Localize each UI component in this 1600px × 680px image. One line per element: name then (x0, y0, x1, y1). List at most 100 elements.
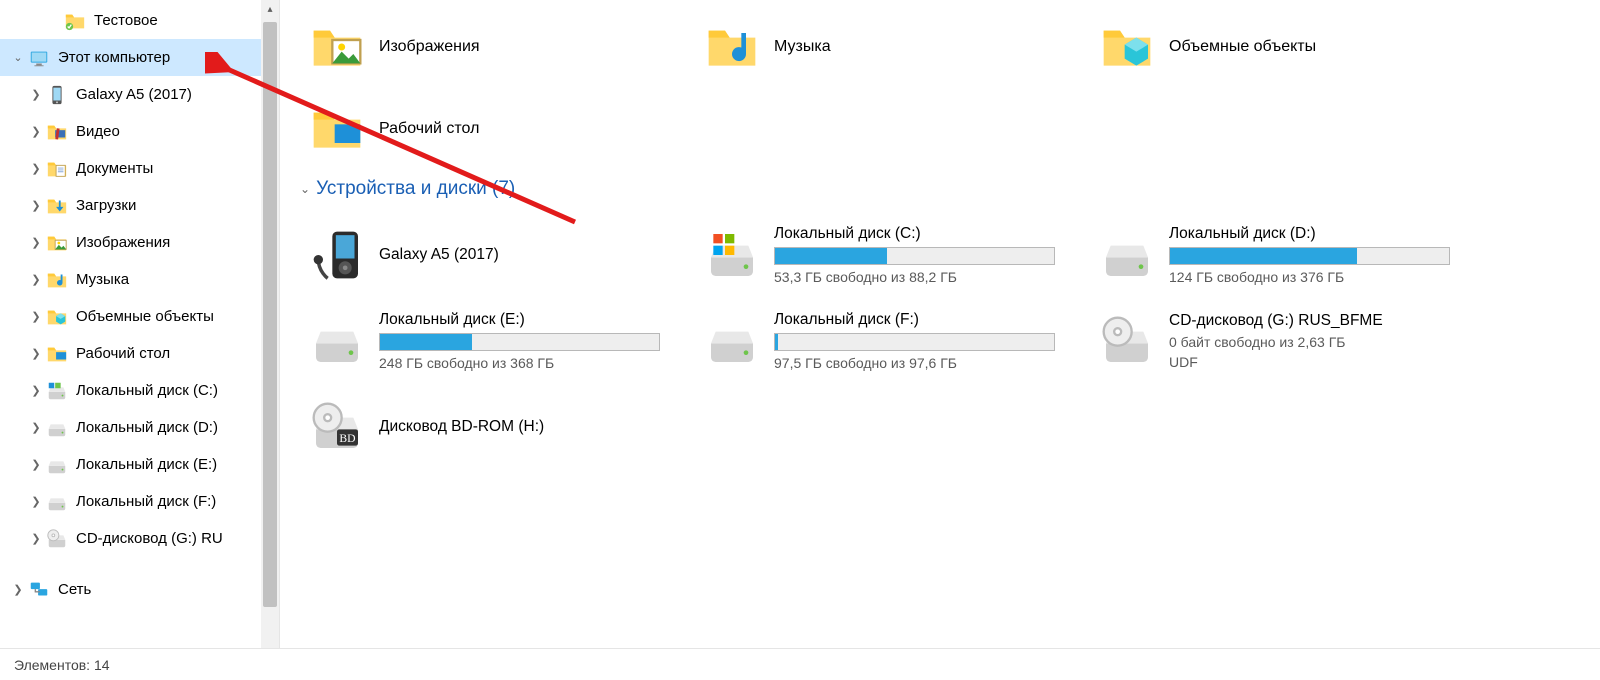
scroll-up-button[interactable]: ▴ (261, 0, 279, 18)
tree-item-label: Загрузки (76, 197, 136, 214)
phone-icon (46, 84, 68, 106)
pc-icon (28, 47, 50, 69)
drive-tile[interactable]: Локальный диск (E:) 248 ГБ свободно из 36… (300, 298, 695, 384)
tree-item-label: Тестовое (94, 12, 158, 29)
drive-tile[interactable]: Локальный диск (D:) 124 ГБ свободно из 37… (1090, 212, 1485, 298)
expander-icon[interactable]: ❯ (28, 161, 44, 177)
drive-usage-bar (379, 333, 660, 351)
desktop-icon (305, 97, 369, 161)
network-icon (28, 579, 50, 601)
disk-c-icon (46, 380, 68, 402)
folder-test-icon (64, 10, 86, 32)
drive-name: CD-дисковод (G:) RUS_BFME (1169, 312, 1450, 330)
tree-item-label: CD-дисковод (G:) RU (76, 530, 223, 547)
music-icon (46, 269, 68, 291)
expander-icon[interactable]: ❯ (28, 531, 44, 547)
tree-item-folder-test[interactable]: Тестовое (0, 2, 279, 39)
drive-free-text: 248 ГБ свободно из 368 ГБ (379, 355, 660, 371)
folder-tile-music[interactable]: Музыка (695, 6, 1090, 88)
downloads-icon (46, 195, 68, 217)
tree-item-pictures[interactable]: ❯Изображения (0, 224, 279, 261)
cd-icon (1095, 309, 1159, 373)
drive-tile[interactable]: CD-дисковод (G:) RUS_BFME 0 байт свободно… (1090, 298, 1485, 384)
status-text: Элементов: 14 (14, 657, 110, 673)
expander-icon[interactable]: ❯ (28, 309, 44, 325)
tree-item-documents[interactable]: ❯Документы (0, 150, 279, 187)
tree-item-label: Локальный диск (C:) (76, 382, 218, 399)
tree-item-label: Galaxy A5 (2017) (76, 86, 192, 103)
drive-name: Локальный диск (E:) (379, 311, 660, 329)
drive-usage-bar (774, 333, 1055, 351)
desktop-icon (46, 343, 68, 365)
drive-tile[interactable]: BDДисковод BD-ROM (H:) (300, 384, 695, 470)
tree-item-cd[interactable]: ❯ CD-дисковод (G:) RU (0, 520, 279, 557)
disk-icon (46, 417, 68, 439)
expander-icon[interactable]: ❯ (28, 494, 44, 510)
3d-icon (46, 306, 68, 328)
drives-section-header[interactable]: ⌄ Устройства и диски (7) (300, 178, 1590, 200)
expander-icon[interactable]: ❯ (28, 124, 44, 140)
folder-name: Изображения (379, 38, 480, 56)
drive-usage-bar (1169, 247, 1450, 265)
main-content: ВидеоДокументыЗагрузкиИзображенияМузыкаО… (280, 0, 1600, 680)
drive-name: Galaxy A5 (2017) (379, 246, 660, 264)
chevron-down-icon: ⌄ (300, 182, 310, 196)
tree-item-pc[interactable]: ⌄ Этот компьютер (0, 39, 279, 76)
tree-item-3d[interactable]: ❯Объемные объекты (0, 298, 279, 335)
expander-icon[interactable]: ❯ (28, 198, 44, 214)
mp3-icon (305, 223, 369, 287)
drive-free-text: 124 ГБ свободно из 376 ГБ (1169, 269, 1450, 285)
folder-name: Музыка (774, 38, 831, 56)
cd-icon (46, 528, 68, 550)
drive-usage-bar (774, 247, 1055, 265)
scroll-thumb[interactable] (263, 22, 277, 607)
tree-item-disk[interactable]: ❯ Локальный диск (D:) (0, 409, 279, 446)
disk-icon (1095, 223, 1159, 287)
drive-name: Локальный диск (F:) (774, 311, 1055, 329)
3d-icon (1095, 15, 1159, 79)
tree-item-label: Локальный диск (E:) (76, 456, 217, 473)
tree-item-disk[interactable]: ❯ Локальный диск (E:) (0, 446, 279, 483)
tree-item-downloads[interactable]: ❯ Загрузки (0, 187, 279, 224)
drives-section-title: Устройства и диски (7) (316, 178, 515, 200)
drive-free-text: 0 байт свободно из 2,63 ГБ (1169, 334, 1450, 350)
tree-item-desktop[interactable]: ❯ Рабочий стол (0, 335, 279, 372)
expander-icon[interactable]: ❯ (10, 582, 26, 598)
tree-item-network[interactable]: ❯ Сеть (0, 571, 279, 608)
tree-item-label: Этот компьютер (58, 49, 170, 66)
expander-icon[interactable]: ❯ (28, 420, 44, 436)
documents-icon (46, 158, 68, 180)
folder-tile-3d[interactable]: Объемные объекты (1090, 6, 1485, 88)
tree-item-label: Видео (76, 123, 120, 140)
drive-name: Локальный диск (C:) (774, 225, 1055, 243)
expander-icon[interactable]: ⌄ (10, 50, 26, 66)
pictures-icon (46, 232, 68, 254)
drive-fs-text: UDF (1169, 354, 1450, 370)
expander-icon[interactable]: ❯ (28, 235, 44, 251)
tree-item-label: Рабочий стол (76, 345, 170, 362)
tree-item-label: Музыка (76, 271, 129, 288)
sidebar-scrollbar[interactable]: ▴ ▾ (261, 0, 279, 680)
tree-item-video[interactable]: ❯ Видео (0, 113, 279, 150)
tree-item-disk-c[interactable]: ❯ Локальный диск (C:) (0, 372, 279, 409)
folder-name: Рабочий стол (379, 120, 479, 138)
tree-item-music[interactable]: ❯ Музыка (0, 261, 279, 298)
drive-tile[interactable]: Локальный диск (F:)97,5 ГБ свободно из 9… (695, 298, 1090, 384)
expander-icon[interactable]: ❯ (28, 346, 44, 362)
tree-item-label: Сеть (58, 581, 91, 598)
tree-item-label: Локальный диск (D:) (76, 419, 218, 436)
svg-text:BD: BD (339, 432, 355, 445)
expander-icon[interactable]: ❯ (28, 457, 44, 473)
drive-tile[interactable]: Galaxy A5 (2017) (300, 212, 695, 298)
tree-item-phone[interactable]: ❯ Galaxy A5 (2017) (0, 76, 279, 113)
drive-tile[interactable]: Локальный диск (C:) 53,3 ГБ свободно из 8… (695, 212, 1090, 298)
drive-free-text: 53,3 ГБ свободно из 88,2 ГБ (774, 269, 1055, 285)
tree-item-disk[interactable]: ❯Локальный диск (F:) (0, 483, 279, 520)
expander-icon[interactable]: ❯ (28, 383, 44, 399)
expander-icon[interactable]: ❯ (28, 87, 44, 103)
drive-name: Локальный диск (D:) (1169, 225, 1450, 243)
folder-tile-desktop[interactable]: Рабочий стол (300, 88, 695, 170)
pictures-icon (305, 15, 369, 79)
expander-icon[interactable]: ❯ (28, 272, 44, 288)
folder-tile-pictures[interactable]: Изображения (300, 6, 695, 88)
